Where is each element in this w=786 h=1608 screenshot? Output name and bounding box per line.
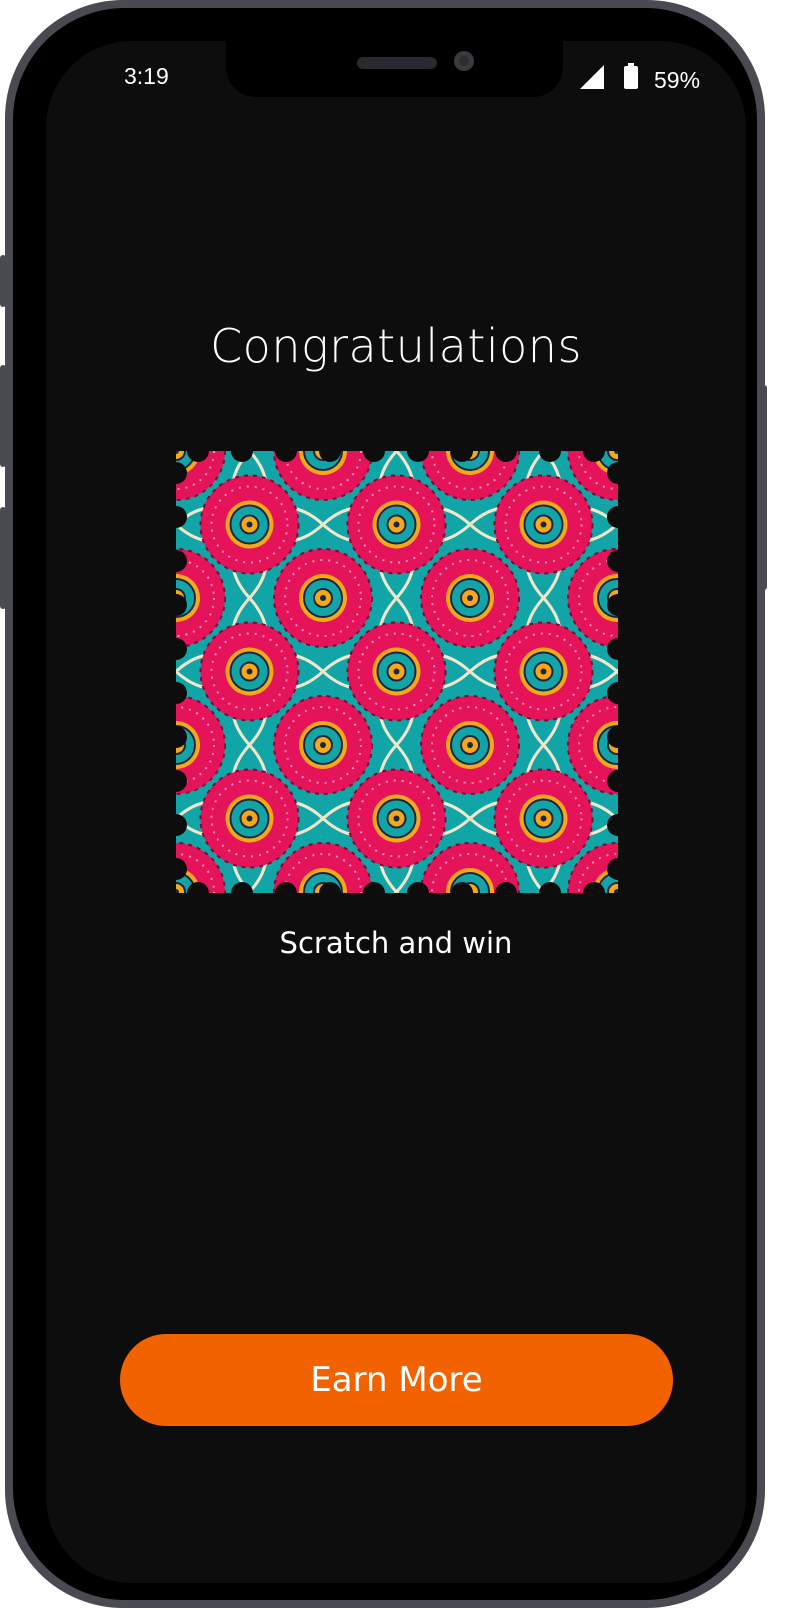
speaker-grille: [357, 57, 437, 69]
scratch-card-subtitle: Scratch and win: [279, 926, 513, 960]
scratch-card[interactable]: [176, 451, 618, 893]
battery-percent: 59%: [654, 67, 701, 93]
phone-frame: 3:19 59% Congratulations Scratch and win…: [0, 0, 767, 1608]
screen: 3:19 59% Congratulations Scratch and win…: [46, 41, 746, 1583]
battery-icon: [624, 63, 638, 89]
notch: [226, 41, 563, 97]
phone-bezel: 3:19 59% Congratulations Scratch and win…: [13, 8, 757, 1600]
volume-down-button: [0, 365, 6, 467]
mute-switch: [0, 507, 6, 609]
page-title: Congratulations: [210, 319, 582, 373]
volume-up-button: [0, 255, 6, 307]
front-camera: [454, 51, 474, 71]
power-button: [761, 385, 767, 590]
status-time: 3:19: [124, 63, 169, 89]
signal-icon: [580, 65, 604, 89]
earn-more-button[interactable]: Earn More: [120, 1334, 673, 1426]
